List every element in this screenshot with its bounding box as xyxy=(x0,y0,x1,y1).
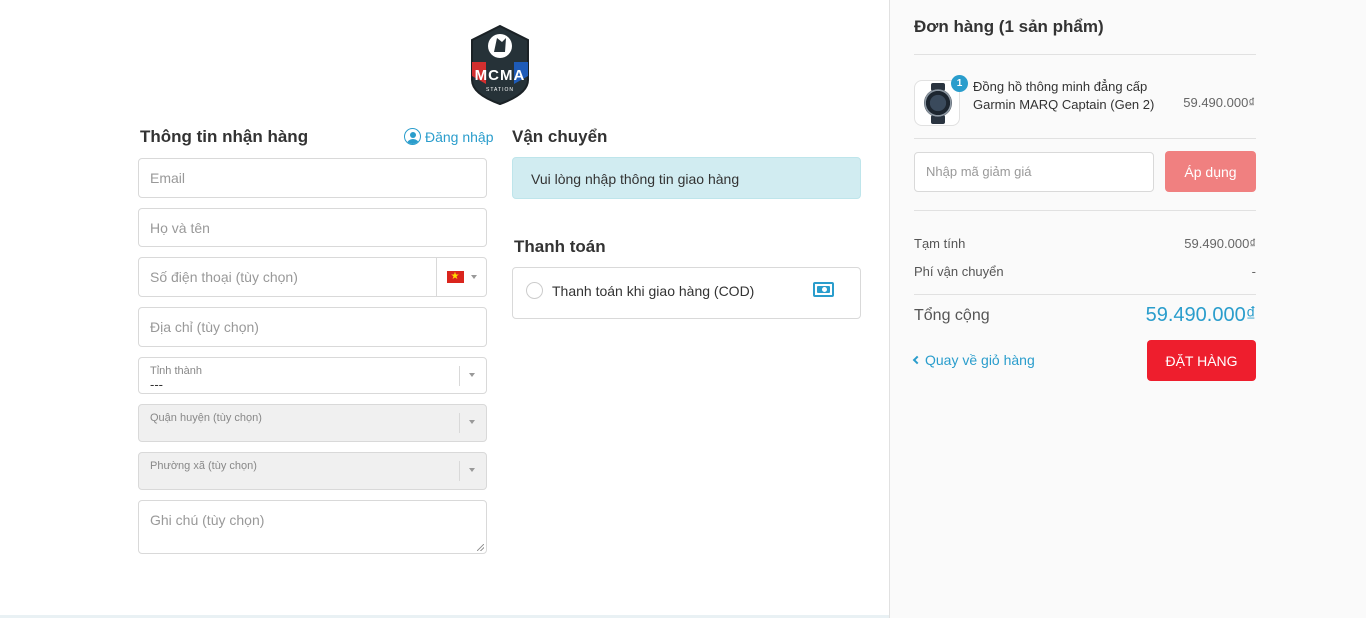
fullname-placeholder: Họ và tên xyxy=(150,220,210,236)
total-value: 59.490.000₫ xyxy=(1145,304,1256,326)
shipping-notice-text: Vui lòng nhập thông tin giao hàng xyxy=(531,171,740,187)
phone-placeholder: Số điện thoại (tùy chọn) xyxy=(150,269,298,285)
cod-label: Thanh toán khi giao hàng (COD) xyxy=(552,283,755,299)
select-separator xyxy=(459,413,460,433)
shipping-notice: Vui lòng nhập thông tin giao hàng xyxy=(512,157,861,199)
user-circle-icon xyxy=(404,128,421,145)
select-separator xyxy=(459,461,460,481)
address-placeholder: Địa chỉ (tùy chọn) xyxy=(150,319,259,335)
country-code-selector[interactable] xyxy=(436,258,486,296)
order-title: Đơn hàng (1 sản phẩm) xyxy=(914,17,1104,36)
resize-handle-icon[interactable] xyxy=(477,544,484,551)
customer-info-title: Thông tin nhận hàng xyxy=(140,127,309,146)
shipping-title: Vận chuyển xyxy=(512,127,608,146)
quantity-badge: 1 xyxy=(951,75,968,92)
cash-icon xyxy=(813,282,834,297)
place-order-button[interactable]: ĐẶT HÀNG xyxy=(1147,340,1256,381)
note-placeholder: Ghi chú (tùy chọn) xyxy=(150,512,265,528)
login-label: Đăng nhập xyxy=(425,128,494,145)
cod-radio[interactable] xyxy=(526,282,543,299)
divider xyxy=(914,294,1256,295)
email-placeholder: Email xyxy=(150,170,186,186)
divider xyxy=(914,210,1256,211)
chevron-down-icon xyxy=(469,468,475,472)
chevron-down-icon xyxy=(470,275,477,279)
chevron-down-icon xyxy=(469,373,475,377)
district-label: Quận huyện (tùy chọn) xyxy=(150,412,262,424)
back-to-cart-label: Quay về giỏ hàng xyxy=(925,352,1035,368)
shipping-fee-value: - xyxy=(1251,264,1256,279)
chevron-left-icon xyxy=(912,355,922,365)
apply-discount-button[interactable]: Áp dụng xyxy=(1165,151,1256,192)
logo-text: MCMA xyxy=(475,67,526,84)
divider xyxy=(914,54,1256,55)
mcma-station-logo[interactable]: MCMA STATION xyxy=(466,24,534,106)
total-label: Tổng cộng xyxy=(914,307,990,324)
back-to-cart-link[interactable]: Quay về giỏ hàng xyxy=(912,352,1035,368)
vietnam-flag-icon xyxy=(446,269,464,285)
product-name: Đồng hồ thông minh đẳng cấp Garmin MARQ … xyxy=(973,79,1155,112)
product-price: 59.490.000₫ xyxy=(1183,95,1255,110)
province-label: Tỉnh thành xyxy=(150,365,202,377)
subtotal-value: 59.490.000₫ xyxy=(1184,236,1256,251)
payment-title: Thanh toán xyxy=(514,237,606,256)
discount-code-input[interactable]: Nhập mã giảm giá xyxy=(914,152,1154,192)
province-value: --- xyxy=(150,377,163,392)
district-select[interactable]: Quận huyện (tùy chọn) xyxy=(138,404,487,442)
phone-field[interactable]: Số điện thoại (tùy chọn) xyxy=(138,257,487,297)
province-select[interactable]: Tỉnh thành --- xyxy=(138,357,487,394)
address-field[interactable]: Địa chỉ (tùy chọn) xyxy=(138,307,487,347)
ward-label: Phường xã (tùy chọn) xyxy=(150,460,257,472)
logo-subtext: STATION xyxy=(486,87,514,93)
discount-placeholder: Nhập mã giảm giá xyxy=(926,164,1032,179)
note-textarea[interactable]: Ghi chú (tùy chọn) xyxy=(138,500,487,554)
login-link[interactable]: Đăng nhập xyxy=(404,128,494,145)
payment-method-cod[interactable]: Thanh toán khi giao hàng (COD) xyxy=(512,267,861,319)
email-field[interactable]: Email xyxy=(138,158,487,198)
watch-image xyxy=(924,89,952,117)
shipping-fee-label: Phí vận chuyển xyxy=(914,264,1004,279)
fullname-field[interactable]: Họ và tên xyxy=(138,208,487,247)
select-separator xyxy=(459,366,460,386)
divider xyxy=(914,138,1256,139)
ward-select[interactable]: Phường xã (tùy chọn) xyxy=(138,452,487,490)
chevron-down-icon xyxy=(469,420,475,424)
subtotal-label: Tạm tính xyxy=(914,236,966,251)
